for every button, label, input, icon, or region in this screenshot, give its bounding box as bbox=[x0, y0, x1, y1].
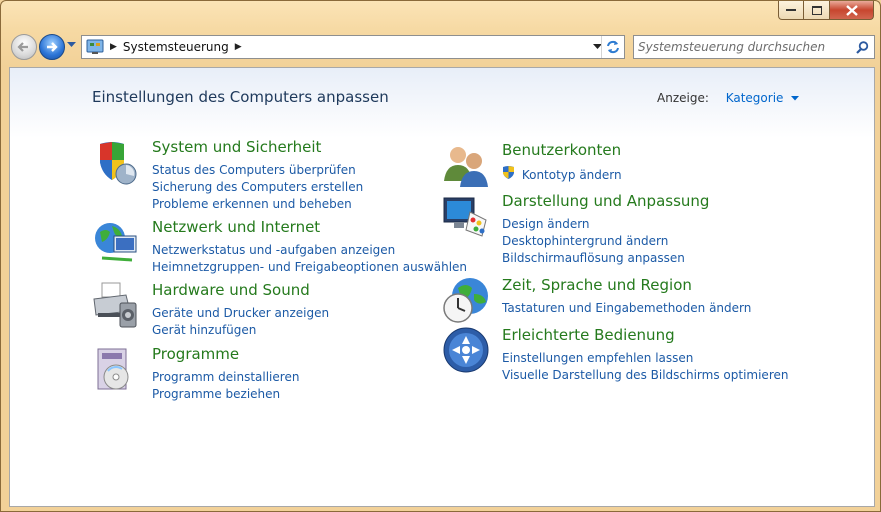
link-network-status[interactable]: Netzwerkstatus und -aufgaben anzeigen bbox=[152, 242, 467, 259]
link-uninstall-program[interactable]: Programm deinstallieren bbox=[152, 369, 299, 386]
close-button[interactable] bbox=[830, 1, 874, 20]
close-icon bbox=[845, 4, 858, 16]
link-desktop-background[interactable]: Desktophintergrund ändern bbox=[502, 233, 685, 250]
breadcrumb-separator-icon: ▶ bbox=[110, 42, 117, 52]
content-area: Einstellungen des Computers anpassen Anz… bbox=[9, 67, 875, 507]
monitor-palette-icon[interactable] bbox=[442, 192, 490, 240]
view-selector: Anzeige: Kategorie bbox=[657, 91, 800, 105]
back-arrow-icon bbox=[17, 42, 28, 52]
category-title-appearance[interactable]: Darstellung und Anpassung bbox=[502, 192, 709, 210]
link-get-recommendations[interactable]: Einstellungen empfehlen lassen bbox=[502, 350, 788, 367]
link-change-account-type-label[interactable]: Kontotyp ändern bbox=[522, 168, 622, 182]
search-box[interactable] bbox=[633, 35, 875, 59]
network-globe-icon[interactable] bbox=[92, 218, 140, 266]
back-button[interactable] bbox=[11, 34, 37, 60]
uac-shield-icon bbox=[503, 166, 514, 179]
view-label: Anzeige: bbox=[657, 91, 709, 105]
clock-globe-icon[interactable] bbox=[442, 276, 490, 324]
page-title: Einstellungen des Computers anpassen bbox=[92, 88, 389, 106]
breadcrumb-chevron-icon[interactable]: ▶ bbox=[235, 42, 242, 52]
link-change-theme[interactable]: Design ändern bbox=[502, 216, 685, 233]
security-shield-icon[interactable] bbox=[92, 138, 140, 186]
category-title-hardware-sound[interactable]: Hardware und Sound bbox=[152, 281, 310, 299]
category-title-clock-language-region[interactable]: Zeit, Sprache und Region bbox=[502, 276, 692, 294]
users-icon[interactable] bbox=[442, 141, 490, 189]
view-dropdown-icon[interactable] bbox=[791, 96, 800, 101]
category-title-ease-of-access[interactable]: Erleichterte Bedienung bbox=[502, 326, 675, 344]
category-title-programs[interactable]: Programme bbox=[152, 345, 239, 363]
link-change-account-type[interactable]: Kontotyp ändern bbox=[502, 165, 622, 184]
category-title-system-security[interactable]: System und Sicherheit bbox=[152, 138, 321, 156]
link-screen-resolution[interactable]: Bildschirmauflösung anpassen bbox=[502, 250, 685, 267]
control-panel-icon bbox=[86, 39, 104, 54]
search-input[interactable] bbox=[638, 38, 848, 56]
forward-arrow-icon bbox=[47, 42, 58, 52]
link-backup[interactable]: Sicherung des Computers erstellen bbox=[152, 179, 363, 196]
link-add-device[interactable]: Gerät hinzufügen bbox=[152, 322, 329, 339]
link-homegroup-sharing[interactable]: Heimnetzgruppen- und Freigabeoptionen au… bbox=[152, 259, 467, 276]
navigation-bar: ▶ Systemsteuerung ▶ bbox=[9, 32, 875, 62]
refresh-icon bbox=[607, 40, 619, 54]
maximize-button[interactable] bbox=[804, 1, 830, 20]
link-troubleshoot[interactable]: Probleme erkennen und beheben bbox=[152, 196, 363, 213]
link-keyboards-input[interactable]: Tastaturen und Eingabemethoden ändern bbox=[502, 300, 751, 317]
caption-buttons bbox=[778, 1, 874, 20]
ease-of-access-icon[interactable] bbox=[442, 326, 490, 374]
maximize-icon bbox=[811, 5, 822, 15]
link-optimize-visual-display[interactable]: Visuelle Darstellung des Bildschirms opt… bbox=[502, 367, 788, 384]
programs-disc-icon[interactable] bbox=[92, 345, 140, 393]
forward-button[interactable] bbox=[39, 34, 65, 60]
breadcrumb-systemsteuerung[interactable]: Systemsteuerung bbox=[123, 40, 229, 54]
category-title-network-internet[interactable]: Netzwerk und Internet bbox=[152, 218, 320, 236]
refresh-button[interactable] bbox=[601, 36, 624, 58]
address-bar[interactable]: ▶ Systemsteuerung ▶ bbox=[81, 35, 625, 59]
link-get-programs[interactable]: Programme beziehen bbox=[152, 386, 299, 403]
category-title-user-accounts[interactable]: Benutzerkonten bbox=[502, 141, 621, 159]
minimize-button[interactable] bbox=[778, 1, 804, 20]
recent-pages-dropdown-icon[interactable] bbox=[67, 42, 76, 48]
control-panel-window: ▶ Systemsteuerung ▶ Einstellungen des Co… bbox=[0, 0, 881, 512]
search-icon[interactable] bbox=[856, 41, 869, 54]
link-check-status[interactable]: Status des Computers überprüfen bbox=[152, 162, 363, 179]
printer-icon[interactable] bbox=[92, 281, 140, 329]
link-devices-printers[interactable]: Geräte und Drucker anzeigen bbox=[152, 305, 329, 322]
view-value-link[interactable]: Kategorie bbox=[726, 91, 784, 105]
minimize-icon bbox=[786, 9, 796, 11]
